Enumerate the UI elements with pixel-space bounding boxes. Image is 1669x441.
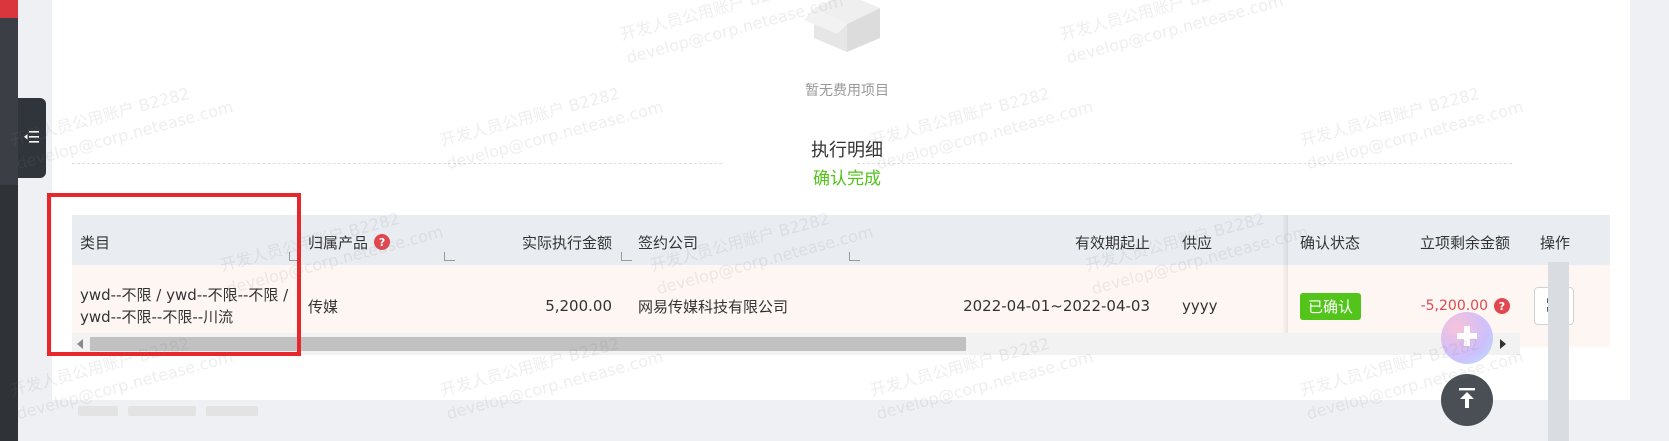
column-header-valid-period-label: 有效期起止 xyxy=(1074,233,1150,252)
bottom-content-fragment xyxy=(78,406,258,426)
floating-add-button[interactable] xyxy=(1441,312,1493,364)
section-title: 执行明细 xyxy=(811,140,883,161)
placeholder-bar xyxy=(206,406,258,416)
sidebar-collapse-button[interactable] xyxy=(18,98,46,178)
valid-period-text: 2022-04-01~2022-04-03 xyxy=(963,297,1150,315)
column-header-product: 归属产品 ? xyxy=(308,215,448,265)
product-text: 传媒 xyxy=(308,297,339,316)
section-divider-right xyxy=(857,163,1512,164)
left-nav-rail xyxy=(0,0,18,441)
help-icon[interactable]: ? xyxy=(1494,298,1510,314)
execution-detail-table: 类目 归属产品 ? 实际执行金额 签约公司 有效期起止 供应 ywd--不限 /… xyxy=(72,215,1610,380)
highlight-box xyxy=(47,193,301,356)
empty-box-icon xyxy=(804,0,890,54)
placeholder-bar xyxy=(128,406,196,416)
column-header-actual-amount-label: 实际执行金额 xyxy=(521,233,612,252)
column-header-remaining: 立项剩余金额 xyxy=(1398,215,1510,265)
empty-state-text: 暂无费用项目 xyxy=(805,83,889,99)
column-header-supplier-label: 供应 xyxy=(1182,233,1213,252)
column-header-valid-period: 有效期起止 xyxy=(862,215,1150,265)
help-icon[interactable]: ? xyxy=(374,234,391,250)
column-resize-handle[interactable] xyxy=(849,252,860,261)
scroll-right-arrow-icon[interactable] xyxy=(1500,339,1506,349)
back-to-top-button[interactable] xyxy=(1441,374,1493,426)
column-resize-handle[interactable] xyxy=(621,252,632,261)
left-nav-rail-marker xyxy=(0,0,18,18)
column-header-remaining-label: 立项剩余金额 xyxy=(1419,233,1510,252)
column-header-company: 签约公司 xyxy=(638,215,858,265)
column-header-action: 操作 xyxy=(1540,215,1600,265)
left-nav-rail-accent xyxy=(0,0,18,185)
supplier-text: yyyy xyxy=(1182,297,1218,315)
column-header-confirm-status: 确认状态 xyxy=(1300,215,1400,265)
sidebar-collapse-icon xyxy=(24,129,40,148)
section-divider-left xyxy=(72,163,722,164)
column-header-supplier: 供应 xyxy=(1182,215,1282,265)
column-header-confirm-status-label: 确认状态 xyxy=(1300,233,1361,252)
column-header-company-label: 签约公司 xyxy=(638,233,699,252)
plus-icon xyxy=(1455,324,1479,352)
placeholder-bar xyxy=(78,406,118,416)
fixed-header: 确认状态 立项剩余金额 操作 xyxy=(1288,215,1610,265)
company-text: 网易传媒科技有限公司 xyxy=(638,297,789,316)
confirmed-status-badge: 已确认 xyxy=(1300,292,1362,320)
remaining-amount-text: -5,200.00 xyxy=(1420,298,1488,314)
column-header-product-label: 归属产品 xyxy=(308,233,369,252)
column-header-action-label: 操作 xyxy=(1540,233,1571,252)
page-scrollbar[interactable] xyxy=(1548,262,1569,441)
actual-amount-text: 5,200.00 xyxy=(545,297,612,315)
column-header-actual-amount: 实际执行金额 xyxy=(452,215,612,265)
back-to-top-icon xyxy=(1457,387,1477,413)
section-status: 确认完成 xyxy=(813,169,881,189)
